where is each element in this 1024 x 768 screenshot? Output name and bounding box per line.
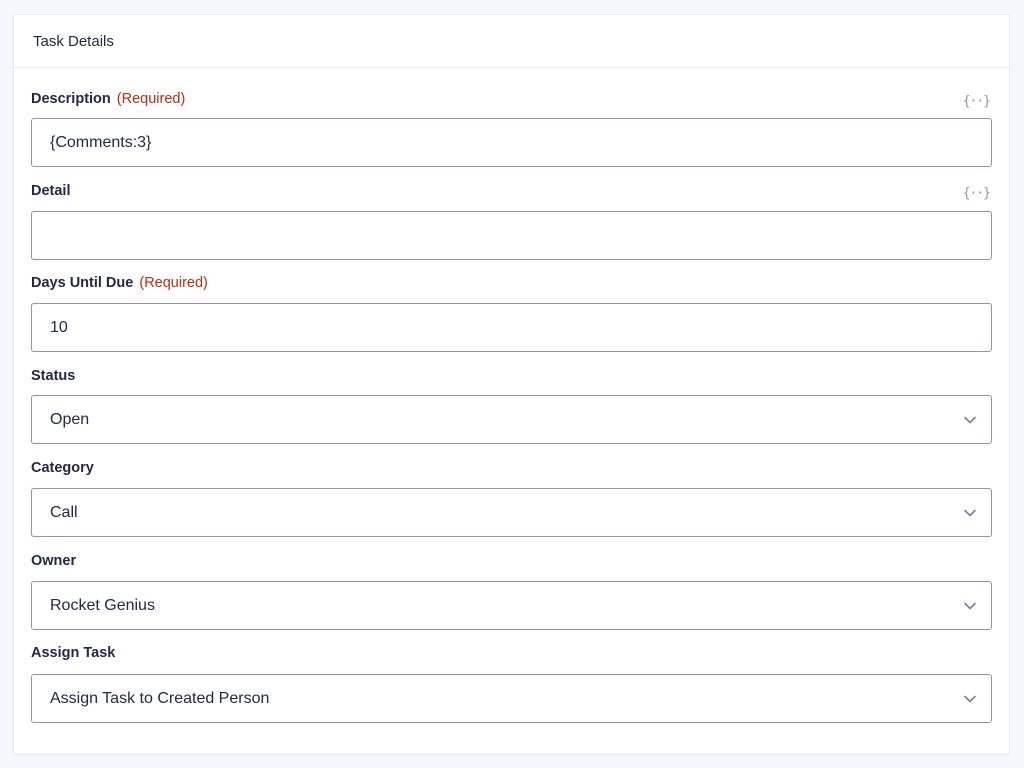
owner-label: Owner [31,553,77,569]
owner-selected-value: Rocket Genius [50,596,155,614]
description-field: Description (Required) {··} {Comments:3} [31,89,992,167]
detail-field: Detail {··} [31,181,992,260]
assign-task-label: Assign Task [31,645,116,661]
merge-tag-icon[interactable]: {··} [963,94,991,109]
merge-tag-icon[interactable]: {··} [963,186,991,201]
status-label: Status [31,368,76,384]
status-selected-value: Open [50,410,90,428]
status-field: Status Open [31,366,992,444]
description-label: Description (Required) [31,91,186,107]
owner-select[interactable]: Rocket Genius [31,581,992,630]
assign-task-select[interactable]: Assign Task to Created Person [31,674,992,723]
detail-label: Detail [31,183,71,199]
chevron-down-icon [963,413,977,427]
category-field: Category Call [31,458,992,537]
required-indicator: (Required) [116,91,186,107]
assign-task-field: Assign Task Assign Task to Created Perso… [31,643,992,723]
description-input[interactable]: {Comments:3} [31,118,992,167]
description-value: {Comments:3} [50,133,152,151]
required-indicator: (Required) [139,275,208,291]
panel-header: Task Details [14,15,1009,68]
category-selected-value: Call [50,503,78,521]
chevron-down-icon [963,599,977,613]
chevron-down-icon [963,506,977,520]
days-until-due-value: 10 [50,318,68,336]
status-select[interactable]: Open [31,395,992,444]
days-until-due-input[interactable]: 10 [31,303,992,352]
days-until-due-field: Days Until Due (Required) 10 [31,273,992,352]
category-select[interactable]: Call [31,488,992,537]
assign-task-selected-value: Assign Task to Created Person [50,689,270,707]
detail-input[interactable] [31,211,992,260]
chevron-down-icon [963,692,977,706]
days-until-due-label: Days Until Due (Required) [31,275,208,291]
task-details-panel: Task Details Description (Required) {··}… [13,14,1010,754]
category-label: Category [31,460,94,476]
owner-field: Owner Rocket Genius [31,551,992,630]
panel-title: Task Details [33,32,114,50]
